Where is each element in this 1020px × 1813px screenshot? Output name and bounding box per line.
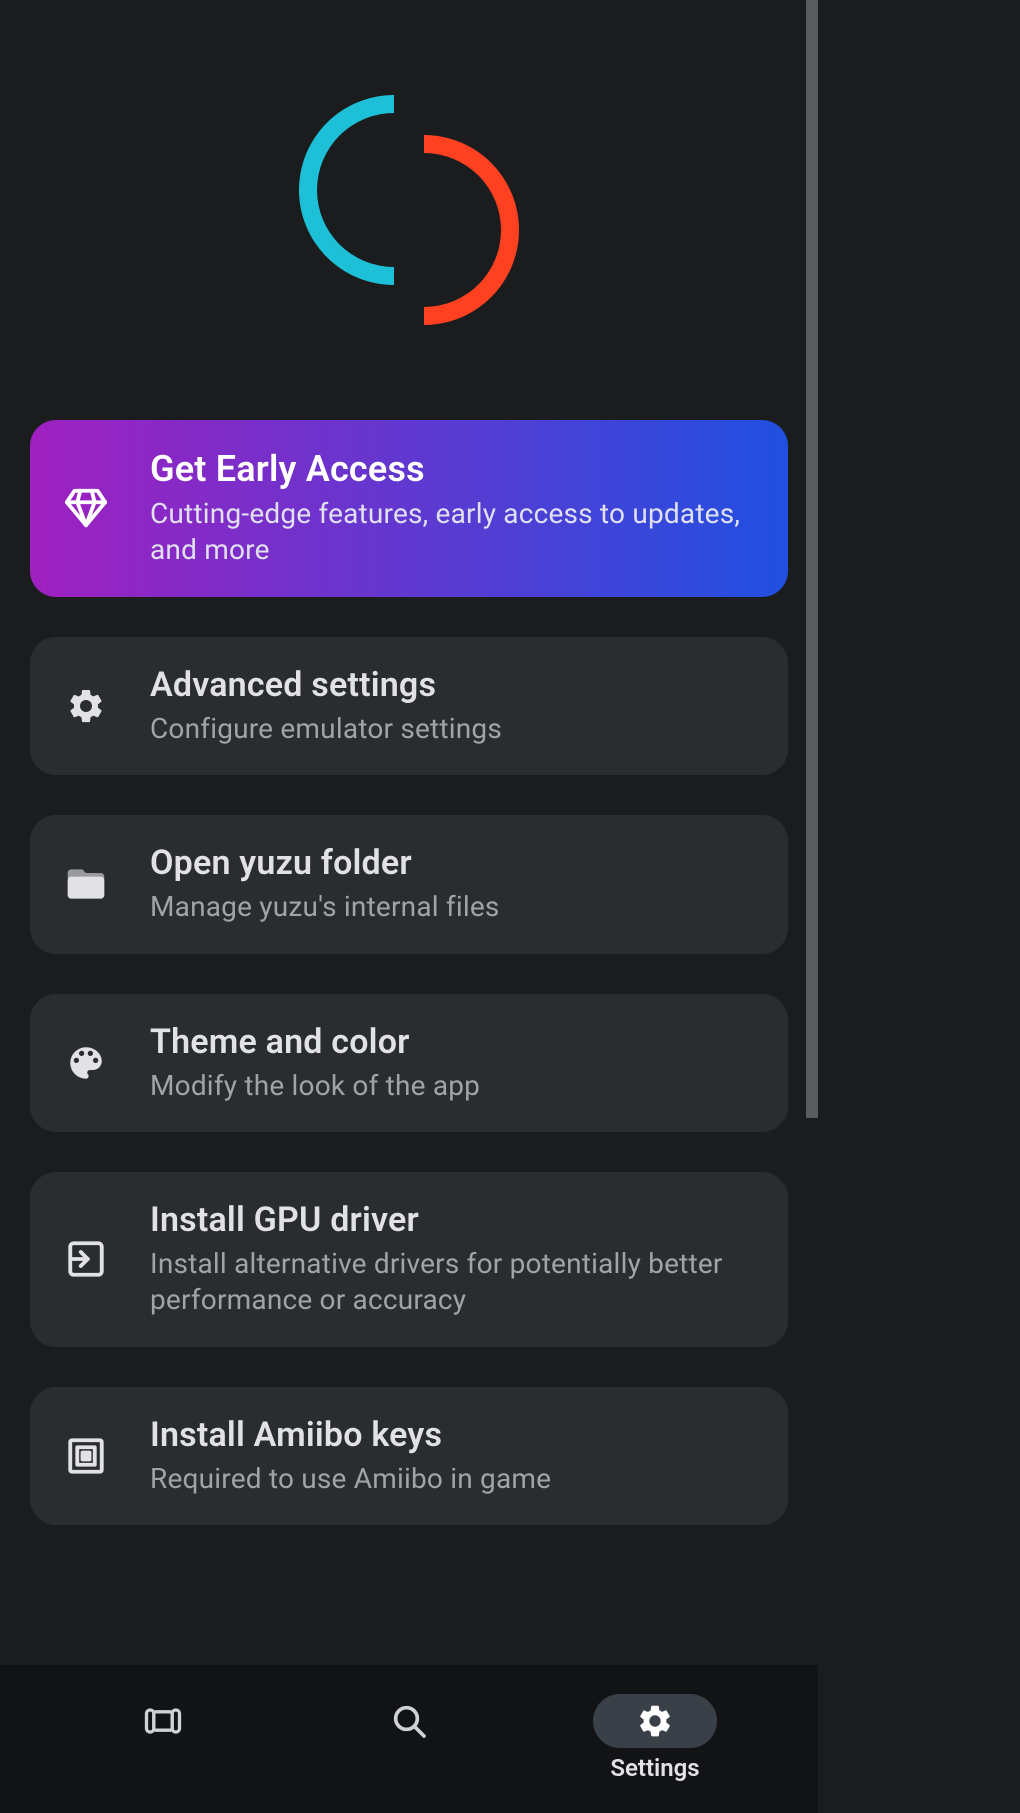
card-title: Theme and color — [150, 1022, 756, 1062]
card-subtitle: Configure emulator settings — [150, 711, 756, 747]
folder-icon — [62, 860, 110, 908]
card-title: Install GPU driver — [150, 1200, 756, 1240]
card-title: Advanced settings — [150, 665, 756, 705]
nav-settings[interactable]: Settings — [593, 1684, 717, 1782]
card-subtitle: Modify the look of the app — [150, 1068, 756, 1104]
card-text: Install Amiibo keys Required to use Amii… — [150, 1415, 756, 1497]
nav-label: Settings — [610, 1754, 699, 1782]
controller-icon — [101, 1694, 225, 1748]
card-install-gpu-driver[interactable]: Install GPU driver Install alternative d… — [30, 1172, 788, 1347]
card-theme-color[interactable]: Theme and color Modify the look of the a… — [30, 994, 788, 1132]
card-text: Install GPU driver Install alternative d… — [150, 1200, 756, 1319]
card-install-amiibo-keys[interactable]: Install Amiibo keys Required to use Amii… — [30, 1387, 788, 1525]
card-title: Open yuzu folder — [150, 843, 756, 883]
card-subtitle: Cutting-edge features, early access to u… — [150, 496, 756, 569]
card-text: Get Early Access Cutting-edge features, … — [150, 448, 756, 569]
card-title: Install Amiibo keys — [150, 1415, 756, 1455]
scrollbar[interactable] — [806, 0, 818, 1118]
nav-search[interactable] — [347, 1684, 471, 1782]
card-subtitle: Manage yuzu's internal files — [150, 889, 756, 925]
logo-area — [30, 0, 788, 420]
gear-icon — [593, 1694, 717, 1748]
card-open-folder[interactable]: Open yuzu folder Manage yuzu's internal … — [30, 815, 788, 953]
card-subtitle: Required to use Amiibo in game — [150, 1461, 756, 1497]
card-text: Advanced settings Configure emulator set… — [150, 665, 756, 747]
card-subtitle: Install alternative drivers for potentia… — [150, 1246, 756, 1319]
install-icon — [62, 1235, 110, 1283]
card-text: Theme and color Modify the look of the a… — [150, 1022, 756, 1104]
card-early-access[interactable]: Get Early Access Cutting-edge features, … — [30, 420, 788, 597]
palette-icon — [62, 1039, 110, 1087]
diamond-icon — [62, 484, 110, 532]
card-title: Get Early Access — [150, 448, 756, 490]
nfc-icon — [62, 1432, 110, 1480]
settings-card-list: Get Early Access Cutting-edge features, … — [30, 420, 788, 1525]
yuzu-logo-icon — [294, 95, 524, 325]
card-advanced-settings[interactable]: Advanced settings Configure emulator set… — [30, 637, 788, 775]
nav-games[interactable] — [101, 1684, 225, 1782]
search-icon — [347, 1694, 471, 1748]
gear-icon — [62, 682, 110, 730]
card-text: Open yuzu folder Manage yuzu's internal … — [150, 843, 756, 925]
bottom-navigation: Settings — [0, 1665, 818, 1813]
settings-screen: Get Early Access Cutting-edge features, … — [0, 0, 818, 1813]
content-area: Get Early Access Cutting-edge features, … — [0, 0, 818, 1813]
